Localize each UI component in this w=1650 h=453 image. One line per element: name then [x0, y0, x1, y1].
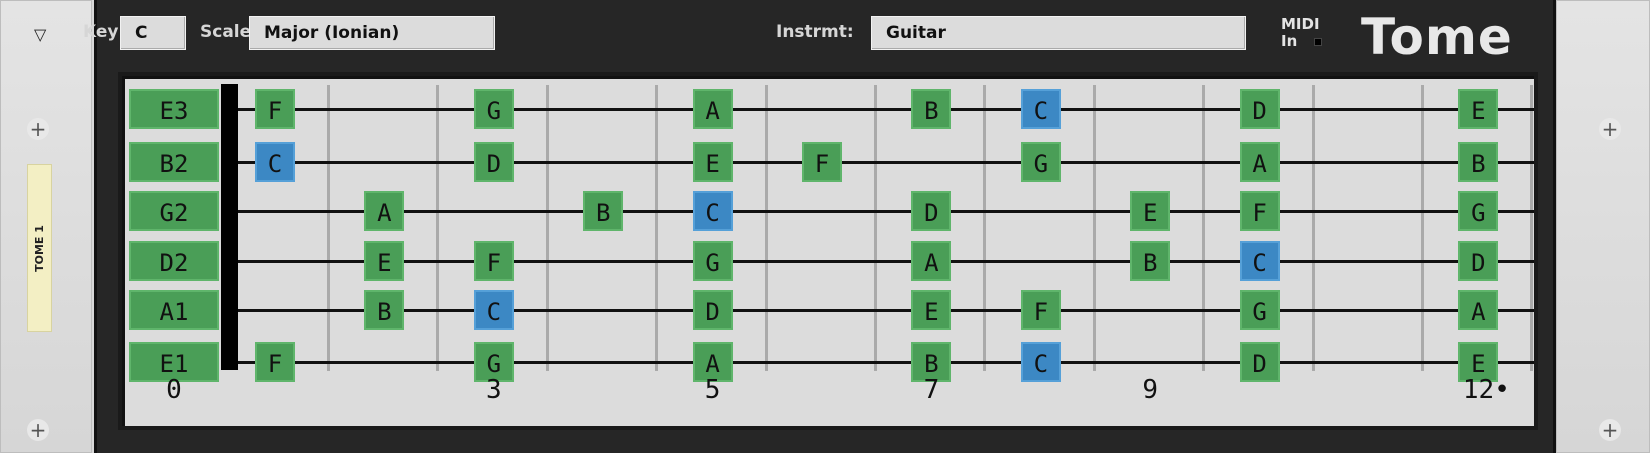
scale-note[interactable]: C	[1239, 241, 1280, 281]
fret-wire	[436, 85, 440, 371]
scale-note[interactable]: E	[692, 142, 733, 182]
midi-in-indicator	[1314, 38, 1322, 46]
scale-note[interactable]: G	[692, 241, 733, 281]
fret-wire	[764, 85, 768, 371]
scale-note[interactable]: D	[1239, 342, 1280, 382]
guitar-string	[225, 361, 1534, 364]
scale-note[interactable]: G	[1020, 142, 1061, 182]
scale-note[interactable]: B	[364, 290, 405, 330]
fret-wire	[1421, 85, 1424, 371]
rack-screw-plus-icon: +	[1599, 419, 1621, 441]
scale-note[interactable]: C	[473, 290, 514, 330]
rack-right-rail: + +	[1556, 0, 1650, 453]
scale-note[interactable]: A	[1458, 290, 1499, 330]
fret-wire	[545, 85, 549, 371]
scale-note[interactable]: A	[911, 241, 952, 281]
rack-left-rail: ▽ + TOME 1 +	[0, 0, 92, 453]
fret-number: 9	[1142, 375, 1159, 405]
fret-number: 0	[166, 375, 182, 405]
fretboard-nut	[221, 84, 238, 370]
collapse-triangle-icon[interactable]: ▽	[34, 25, 46, 44]
scale-note[interactable]: F	[473, 241, 514, 281]
scale-note[interactable]: E	[1458, 89, 1499, 129]
rack-screw-plus-icon: +	[27, 419, 49, 441]
fret-number: 12•	[1462, 375, 1510, 405]
fret-wire	[1311, 85, 1315, 371]
guitar-string	[225, 260, 1534, 263]
tome-device-front-panel: Key: C Scale: Major (Ionian) Instrmt: Gu…	[83, 0, 1556, 453]
fret-wire	[327, 85, 330, 371]
tome-logo: Tome	[1361, 8, 1513, 66]
scale-note[interactable]: G	[1458, 191, 1499, 231]
fret-number: 5	[704, 375, 721, 405]
instrument-label: Instrmt:	[776, 22, 854, 42]
instrument-field[interactable]: Guitar	[871, 16, 1246, 50]
string-tuning-label[interactable]: A1	[129, 290, 219, 330]
device-name-tape[interactable]: TOME 1	[27, 164, 52, 332]
scale-note[interactable]: E	[911, 290, 952, 330]
scale-note[interactable]: C	[1020, 342, 1061, 382]
string-tuning-label[interactable]: G2	[129, 191, 219, 231]
scale-note[interactable]: C	[1020, 89, 1061, 129]
scale-note[interactable]: A	[1239, 142, 1280, 182]
scale-note[interactable]: B	[1458, 142, 1499, 182]
scale-note[interactable]: F	[255, 342, 295, 382]
scale-note[interactable]: B	[911, 89, 952, 129]
fret-wire	[874, 85, 877, 371]
string-tuning-label[interactable]: D2	[129, 241, 219, 281]
scale-note[interactable]: F	[1020, 290, 1061, 330]
scale-note[interactable]: D	[1239, 89, 1280, 129]
scale-note[interactable]: G	[1239, 290, 1280, 330]
scale-field[interactable]: Major (Ionian)	[249, 16, 495, 50]
fret-wire	[1202, 85, 1206, 371]
string-tuning-label[interactable]: B2	[129, 142, 219, 182]
guitar-string	[225, 309, 1534, 312]
scale-note[interactable]: E	[1130, 191, 1171, 231]
scale-note[interactable]: D	[692, 290, 733, 330]
scale-note[interactable]: C	[692, 191, 733, 231]
scale-note[interactable]: F	[255, 89, 295, 129]
guitar-string	[225, 161, 1534, 164]
fret-wire	[1530, 85, 1534, 371]
rack-screw-plus-icon: +	[27, 118, 49, 140]
scale-note[interactable]: A	[692, 89, 733, 129]
fret-wire	[655, 85, 659, 371]
scale-note[interactable]: D	[1458, 241, 1499, 281]
fret-number: 3	[485, 375, 502, 405]
scale-note[interactable]: B	[1130, 241, 1171, 281]
key-label: Key:	[83, 22, 126, 42]
scale-note[interactable]: C	[255, 142, 295, 182]
string-tuning-label[interactable]: E3	[129, 89, 219, 129]
scale-note[interactable]: G	[473, 89, 514, 129]
fretboard[interactable]: E3 F G A B C D E B2 C D E F G A B G2 A B C D E F G D2 E F G A B C D A1 B C…	[122, 76, 1534, 426]
scale-note[interactable]: A	[364, 191, 405, 231]
scale-note[interactable]: B	[583, 191, 624, 231]
scale-note[interactable]: E	[364, 241, 405, 281]
guitar-string	[225, 108, 1534, 111]
scale-note[interactable]: F	[1239, 191, 1280, 231]
scale-note[interactable]: D	[911, 191, 952, 231]
key-field[interactable]: C	[120, 16, 186, 50]
fret-wire	[983, 85, 987, 371]
guitar-string	[225, 210, 1534, 213]
scale-note[interactable]: F	[802, 142, 842, 182]
scale-note[interactable]: D	[473, 142, 514, 182]
fret-wire	[1092, 85, 1096, 371]
rack-screw-plus-icon: +	[1599, 118, 1621, 140]
fret-number: 7	[923, 375, 940, 405]
